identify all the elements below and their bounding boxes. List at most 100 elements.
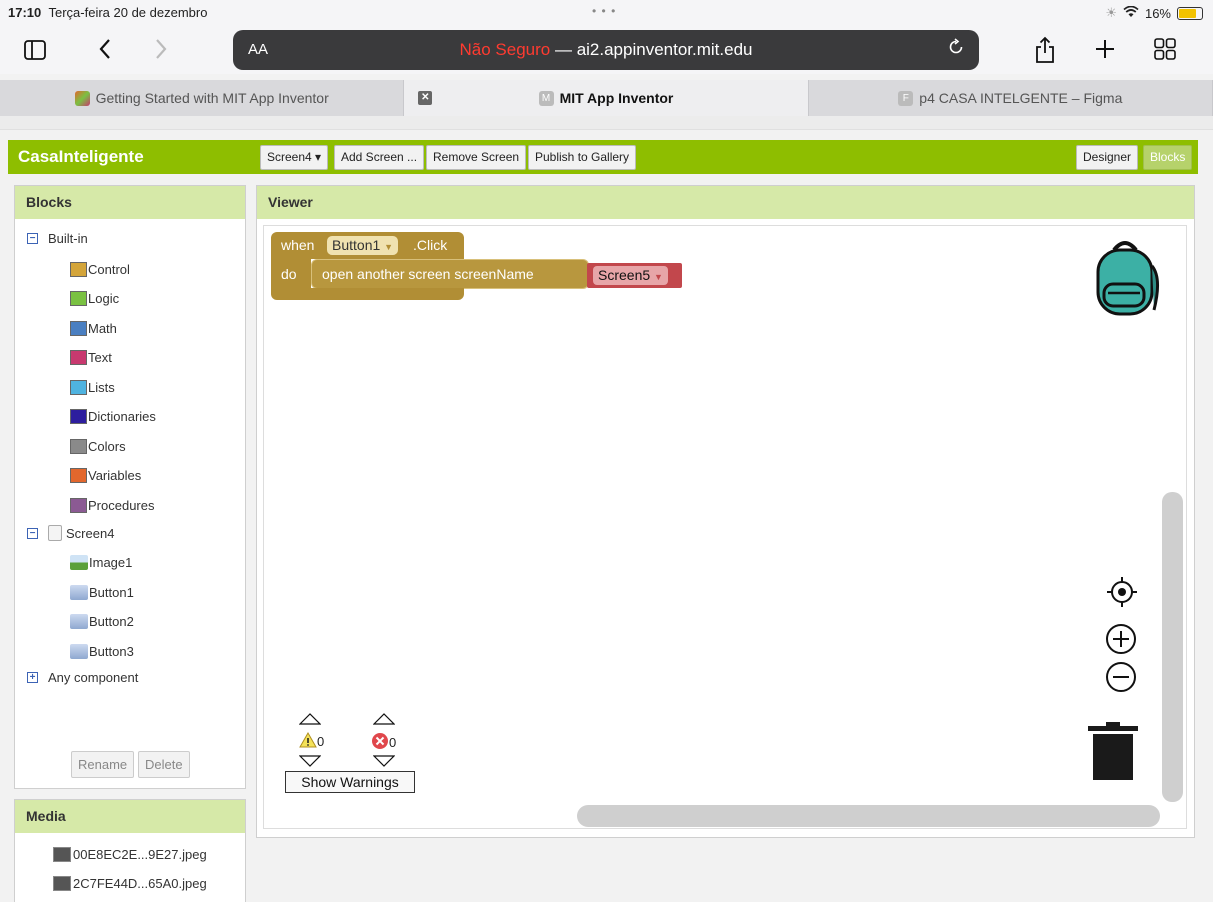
designer-button[interactable]: Designer	[1076, 145, 1139, 170]
tree-item-button3[interactable]: Button3	[70, 644, 134, 659]
tree-label: Image1	[89, 555, 133, 570]
center-workspace-icon[interactable]	[1106, 576, 1138, 608]
event-block-header[interactable]: when Button1 ▼ .Click	[271, 232, 464, 259]
tree-item-lists[interactable]: Lists	[70, 380, 115, 395]
backpack-icon[interactable]	[1088, 238, 1162, 316]
share-icon[interactable]	[1030, 36, 1060, 66]
status-date: Terça-feira 20 de dezembro	[48, 5, 208, 20]
address-bar[interactable]: AA Não Seguro — ai2.appinventor.mit.edu	[233, 30, 979, 70]
prev-warning-arrow-icon[interactable]	[298, 712, 322, 730]
close-tab-icon[interactable]: ✕	[418, 91, 433, 105]
event-block-body: do	[271, 258, 311, 291]
m-favicon-icon: M	[538, 90, 554, 106]
tab-getting-started[interactable]: Getting Started with MIT App Inventor	[0, 80, 405, 116]
blocks-button[interactable]: Blocks	[1143, 145, 1193, 170]
battery-percent: 16%	[1144, 5, 1171, 21]
zoom-in-icon[interactable]	[1104, 622, 1138, 656]
next-warning-arrow-icon[interactable]	[298, 754, 322, 772]
image-component-icon	[70, 555, 88, 570]
tree-label: Button1	[89, 585, 134, 600]
screen-name-block[interactable]: Screen5 ▼	[587, 263, 682, 288]
back-icon[interactable]	[90, 36, 120, 66]
media-file-name: 2C7FE44D...65A0.jpeg	[73, 876, 207, 891]
new-tab-icon[interactable]	[1090, 36, 1120, 66]
app-inventor-favicon-icon	[74, 90, 90, 106]
dropdown-arrow-icon: ▼	[384, 242, 394, 252]
component-dropdown[interactable]: Button1 ▼	[327, 236, 399, 255]
collapse-icon[interactable]: −	[27, 233, 38, 244]
warning-count-value: 0	[317, 734, 325, 749]
screen-icon	[48, 525, 62, 541]
warning-icon	[299, 731, 317, 751]
tree-label: Colors	[88, 439, 126, 454]
tree-builtin[interactable]: − Built-in	[27, 231, 88, 246]
screen-select-button[interactable]: Screen4 ▾	[260, 145, 329, 170]
lists-swatch-icon	[70, 380, 87, 395]
url-text[interactable]: Não Seguro — ai2.appinventor.mit.edu	[233, 40, 979, 60]
component-name: Button1	[332, 237, 381, 253]
next-error-arrow-icon[interactable]	[372, 754, 396, 772]
vertical-scrollbar[interactable]	[1162, 492, 1183, 802]
status-time: 17:10	[8, 5, 42, 20]
tree-item-colors[interactable]: Colors	[70, 439, 126, 454]
rename-button[interactable]: Rename	[71, 751, 135, 778]
add-screen-button[interactable]: Add Screen ...	[334, 145, 425, 170]
reload-icon[interactable]	[947, 38, 965, 62]
show-warnings-button[interactable]: Show Warnings	[285, 771, 415, 793]
status-bar: 17:10 Terça-feira 20 de dezembro • • • ☀…	[0, 0, 1213, 28]
tree-label: Procedures	[88, 498, 155, 513]
screen-dropdown[interactable]: Screen5 ▼	[593, 266, 668, 285]
media-file[interactable]: 00E8EC2E...9E27.jpeg	[53, 847, 207, 862]
project-toolbar: CasaInteligente Screen4 ▾ Add Screen ...…	[8, 140, 1198, 174]
tree-item-text[interactable]: Text	[70, 350, 112, 365]
publish-gallery-button[interactable]: Publish to Gallery	[528, 145, 637, 170]
error-icon	[371, 732, 389, 753]
tree-label: Variables	[88, 468, 142, 483]
blocks-workspace[interactable]	[263, 225, 1187, 829]
tab-overview-icon[interactable]	[1150, 36, 1180, 66]
zoom-out-icon[interactable]	[1104, 660, 1138, 694]
trash-icon[interactable]	[1088, 722, 1138, 782]
math-swatch-icon	[70, 321, 87, 336]
multitasking-dots[interactable]: • • •	[592, 4, 616, 18]
tree-label: Text	[88, 350, 112, 365]
brightness-icon: ☀	[1105, 5, 1117, 20]
tree-item-procedures[interactable]: Procedures	[70, 498, 154, 513]
image-file-icon	[53, 876, 71, 891]
collapse-icon[interactable]: −	[27, 527, 38, 539]
open-another-screen-block[interactable]: open another screen screenName	[311, 259, 589, 289]
prev-error-arrow-icon[interactable]	[372, 712, 396, 730]
tree-item-variables[interactable]: Variables	[70, 468, 141, 483]
media-file-name: 00E8EC2E...9E27.jpeg	[73, 847, 207, 862]
delete-button[interactable]: Delete	[138, 751, 190, 778]
tree-any-component[interactable]: + Any component	[27, 670, 138, 685]
tree-item-image1[interactable]: Image1	[70, 555, 132, 570]
tree-label: Logic	[88, 291, 120, 306]
browser-tabs: Getting Started with MIT App Inventor ✕ …	[0, 80, 1213, 116]
tree-item-button2[interactable]: Button2	[70, 614, 134, 629]
sidebar-toggle-icon[interactable]	[20, 36, 50, 66]
tree-item-control[interactable]: Control	[70, 262, 130, 277]
tab-mit-app-inventor[interactable]: ✕ M MIT App Inventor	[404, 80, 809, 116]
tree-screen4[interactable]: − Screen4	[27, 525, 114, 541]
dropdown-arrow-icon: ▼	[654, 272, 663, 282]
viewer-title: Viewer	[257, 186, 1194, 219]
tree-item-button1[interactable]: Button1	[70, 585, 134, 600]
procedures-swatch-icon	[70, 498, 87, 513]
forward-icon[interactable]	[146, 36, 176, 66]
dictionaries-swatch-icon	[70, 409, 87, 424]
horizontal-scrollbar[interactable]	[577, 805, 1160, 827]
tree-item-dictionaries[interactable]: Dictionaries	[70, 409, 156, 424]
logic-swatch-icon	[70, 291, 87, 306]
button-component-icon	[70, 585, 88, 600]
remove-screen-button[interactable]: Remove Screen	[426, 145, 527, 170]
statement-label: open another screen screenName	[322, 266, 534, 282]
event-block-footer	[271, 288, 464, 300]
tree-item-logic[interactable]: Logic	[70, 291, 119, 306]
project-title: CasaInteligente	[18, 147, 144, 166]
tab-figma[interactable]: F p4 CASA INTELGENTE – Figma	[809, 80, 1213, 116]
media-file[interactable]: 2C7FE44D...65A0.jpeg	[53, 876, 207, 891]
error-count: 0	[371, 732, 396, 753]
tree-item-math[interactable]: Math	[70, 321, 117, 336]
expand-icon[interactable]: +	[27, 672, 38, 683]
